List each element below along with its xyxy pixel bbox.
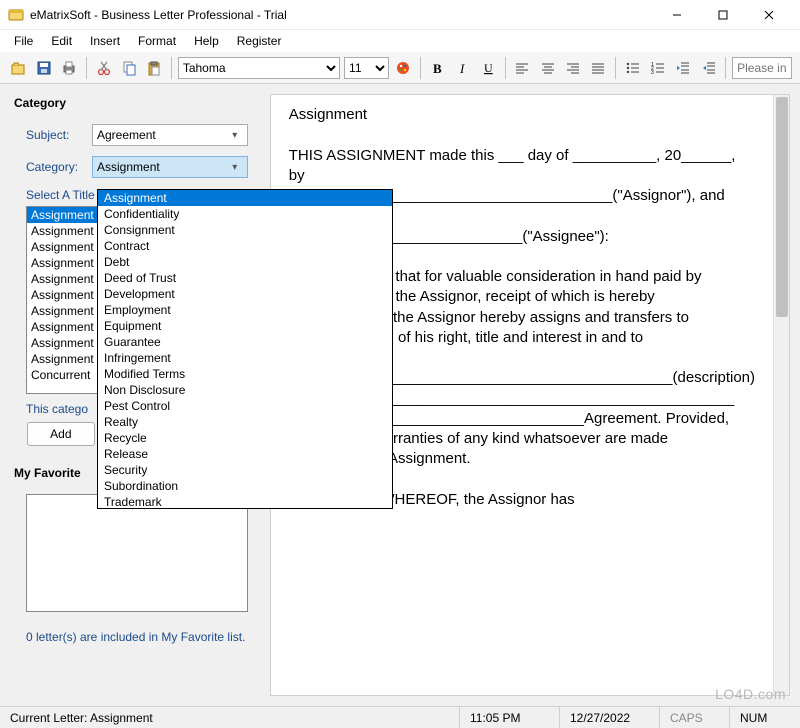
separator [171,57,172,79]
dropdown-option[interactable]: Contract [98,238,392,254]
cut-button[interactable] [93,57,114,79]
dropdown-option[interactable]: Release [98,446,392,462]
number-list-button[interactable]: 123 [647,57,668,79]
separator [615,57,616,79]
dropdown-option[interactable]: Modified Terms [98,366,392,382]
fontsize-select[interactable]: 11 [344,57,388,79]
indent-button[interactable] [698,57,719,79]
outdent-button[interactable] [673,57,694,79]
toolbar: Tahoma 11 B I U 123 [0,52,800,84]
favorite-count-label: 0 letter(s) are included in My Favorite … [26,630,248,644]
window-title: eMatrixSoft - Business Letter Profession… [30,8,654,22]
dropdown-option[interactable]: Consignment [98,222,392,238]
status-time: 11:05 PM [460,707,560,728]
menu-help[interactable]: Help [186,32,227,50]
bullet-list-button[interactable] [622,57,643,79]
dropdown-option[interactable]: Debt [98,254,392,270]
menu-format[interactable]: Format [130,32,184,50]
separator [86,57,87,79]
paste-button[interactable] [144,57,165,79]
font-select[interactable]: Tahoma [178,57,340,79]
status-date: 12/27/2022 [560,707,660,728]
close-button[interactable] [746,0,792,30]
dropdown-option[interactable]: Pest Control [98,398,392,414]
separator [420,57,421,79]
statusbar: Current Letter: Assignment 11:05 PM 12/2… [0,706,800,728]
align-right-button[interactable] [562,57,583,79]
status-num: NUM [730,707,800,728]
dropdown-option[interactable]: Assignment [98,190,392,206]
menu-edit[interactable]: Edit [43,32,80,50]
align-center-button[interactable] [537,57,558,79]
svg-text:I: I [459,61,465,76]
separator [725,57,726,79]
dropdown-option[interactable]: Trademark [98,494,392,509]
menu-register[interactable]: Register [229,32,290,50]
dropdown-option[interactable]: Security [98,462,392,478]
minimize-button[interactable] [654,0,700,30]
print-button[interactable] [59,57,80,79]
dropdown-option[interactable]: Guarantee [98,334,392,350]
dropdown-option[interactable]: Development [98,286,392,302]
category-dropdown-list[interactable]: AssignmentConfidentialityConsignmentCont… [97,189,393,509]
search-input[interactable] [732,57,792,79]
dropdown-option[interactable]: Deed of Trust [98,270,392,286]
chevron-down-icon: ▾ [227,130,243,141]
menu-insert[interactable]: Insert [82,32,128,50]
svg-text:B: B [433,61,442,76]
dropdown-option[interactable]: Equipment [98,318,392,334]
svg-text:U: U [484,61,493,75]
dropdown-option[interactable]: Non Disclosure [98,382,392,398]
scrollbar-thumb[interactable] [776,97,788,317]
underline-button[interactable]: U [477,57,498,79]
category-select[interactable]: Assignment ▾ [92,156,248,178]
dropdown-option[interactable]: Realty [98,414,392,430]
subject-select[interactable]: Agreement ▾ [92,124,248,146]
menu-file[interactable]: File [6,32,41,50]
dropdown-option[interactable]: Confidentiality [98,206,392,222]
chevron-down-icon: ▾ [227,162,243,173]
copy-button[interactable] [118,57,139,79]
dropdown-option[interactable]: Employment [98,302,392,318]
menubar: File Edit Insert Format Help Register [0,30,800,52]
titlebar: eMatrixSoft - Business Letter Profession… [0,0,800,30]
separator [505,57,506,79]
dropdown-option[interactable]: Infringement [98,350,392,366]
color-button[interactable] [393,57,414,79]
dropdown-option[interactable]: Recycle [98,430,392,446]
italic-button[interactable]: I [452,57,473,79]
maximize-button[interactable] [700,0,746,30]
category-title: Category [14,96,260,110]
align-justify-button[interactable] [588,57,609,79]
app-icon [8,7,24,23]
align-left-button[interactable] [512,57,533,79]
subject-label: Subject: [26,128,92,142]
status-current: Current Letter: Assignment [0,707,460,728]
bold-button[interactable]: B [427,57,448,79]
status-caps: CAPS [660,707,730,728]
save-button[interactable] [33,57,54,79]
svg-text:3: 3 [651,70,654,76]
dropdown-option[interactable]: Subordination [98,478,392,494]
favorite-listbox[interactable] [26,494,248,612]
open-button[interactable] [8,57,29,79]
category-label: Category: [26,160,92,174]
vertical-scrollbar[interactable] [773,95,789,695]
add-button[interactable]: Add [27,422,95,446]
